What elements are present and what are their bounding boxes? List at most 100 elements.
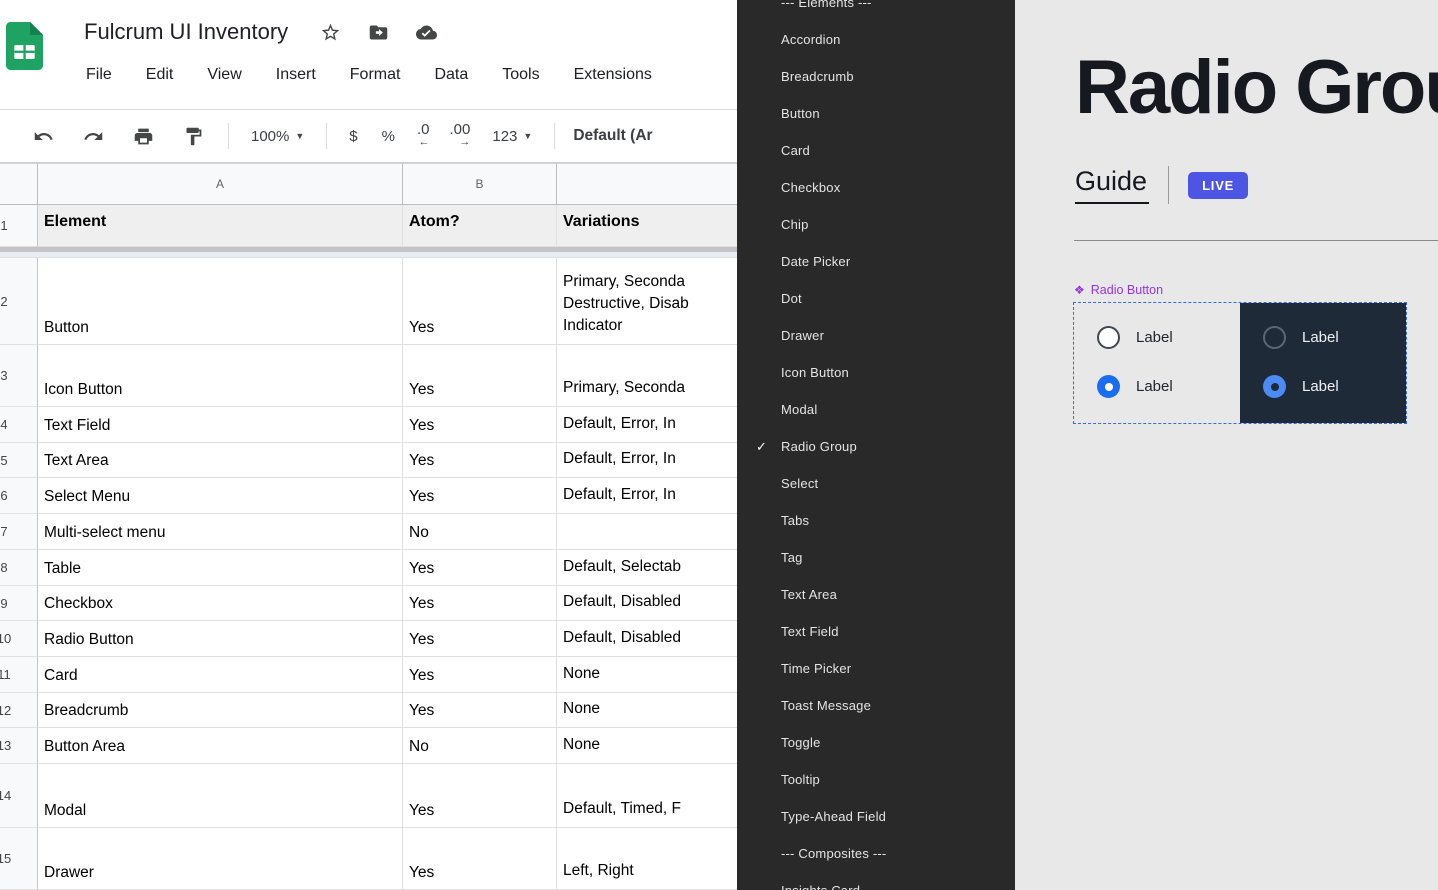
row-number[interactable]: 6: [0, 478, 38, 514]
undo-icon[interactable]: [18, 116, 68, 156]
cell-variations[interactable]: Primary, Seconda Destructive, Disab Indi…: [557, 258, 740, 345]
cell-element[interactable]: Text Field: [38, 407, 403, 443]
radio-selected-icon[interactable]: [1097, 375, 1120, 398]
radio-option-selected[interactable]: Label: [1097, 375, 1240, 398]
row-number[interactable]: 1: [0, 205, 38, 247]
layers-panel-item[interactable]: Tag: [737, 539, 1015, 576]
row-number[interactable]: 4: [0, 407, 38, 443]
cell-variations[interactable]: None: [557, 693, 740, 728]
layers-panel-item[interactable]: Toggle: [737, 724, 1015, 761]
select-all-corner[interactable]: [0, 163, 38, 205]
radio-option-unselected[interactable]: Label: [1097, 326, 1240, 349]
row-number[interactable]: 14: [0, 764, 38, 828]
menu-item[interactable]: Insert: [259, 58, 333, 92]
format-currency-button[interactable]: $: [337, 128, 369, 145]
cell-element[interactable]: Radio Button: [38, 621, 403, 657]
row-number[interactable]: 15: [0, 828, 38, 890]
cell-atom[interactable]: Yes: [403, 345, 557, 407]
cell-variations[interactable]: Default, Error, In: [557, 407, 740, 443]
layers-panel-item[interactable]: --- Composites ---: [737, 835, 1015, 872]
layers-panel-item[interactable]: Select: [737, 465, 1015, 502]
layers-panel-item[interactable]: Chip: [737, 206, 1015, 243]
menu-item[interactable]: Extensions: [557, 58, 669, 92]
cell-atom[interactable]: Yes: [403, 550, 557, 586]
column-header-a[interactable]: A: [38, 163, 403, 205]
layers-panel-item[interactable]: ✓ Radio Group: [737, 428, 1015, 465]
cell-atom[interactable]: Yes: [403, 443, 557, 478]
layers-panel-item[interactable]: Card: [737, 132, 1015, 169]
cell-variations[interactable]: Default, Disabled: [557, 621, 740, 657]
radio-selected-icon[interactable]: [1263, 375, 1286, 398]
row-number[interactable]: 7: [0, 514, 38, 550]
cell-element[interactable]: Card: [38, 657, 403, 693]
cell-variations[interactable]: Primary, Seconda: [557, 345, 740, 407]
cell-element[interactable]: Button: [38, 258, 403, 345]
menu-item[interactable]: Data: [417, 58, 485, 92]
row-number[interactable]: 8: [0, 550, 38, 586]
layers-panel-item[interactable]: Time Picker: [737, 650, 1015, 687]
cell-atom[interactable]: Yes: [403, 657, 557, 693]
font-select[interactable]: Default (Ar: [565, 127, 660, 145]
doc-title[interactable]: Fulcrum UI Inventory: [84, 19, 288, 45]
cell-element[interactable]: Checkbox: [38, 586, 403, 621]
header-cell-variations[interactable]: Variations: [557, 205, 740, 247]
layers-panel-item[interactable]: Drawer: [737, 317, 1015, 354]
cell-variations[interactable]: Default, Timed, F: [557, 764, 740, 828]
cell-variations[interactable]: [557, 514, 740, 550]
number-format-select[interactable]: 123▼: [480, 128, 544, 145]
cell-element[interactable]: Icon Button: [38, 345, 403, 407]
cell-atom[interactable]: Yes: [403, 586, 557, 621]
cell-element[interactable]: Button Area: [38, 728, 403, 764]
cell-atom[interactable]: No: [403, 728, 557, 764]
paint-format-icon[interactable]: [168, 116, 218, 156]
cell-element[interactable]: Breadcrumb: [38, 693, 403, 728]
layers-panel-item[interactable]: Toast Message: [737, 687, 1015, 724]
row-number[interactable]: 12: [0, 693, 38, 728]
tab-guide[interactable]: Guide: [1075, 166, 1149, 204]
cell-element[interactable]: Modal: [38, 764, 403, 828]
row-number[interactable]: 11: [0, 657, 38, 693]
component-label[interactable]: ❖ Radio Button: [1074, 283, 1163, 297]
layers-panel-item[interactable]: Insights Card: [737, 872, 1015, 890]
format-percent-button[interactable]: %: [370, 128, 407, 145]
header-cell-element[interactable]: Element: [38, 205, 403, 247]
redo-icon[interactable]: [68, 116, 118, 156]
layers-panel-item[interactable]: Button: [737, 95, 1015, 132]
zoom-select[interactable]: 100%▼: [239, 128, 316, 145]
radio-unselected-icon[interactable]: [1097, 326, 1120, 349]
row-number[interactable]: 3: [0, 345, 38, 407]
layers-panel-item[interactable]: Breadcrumb: [737, 58, 1015, 95]
layers-panel-item[interactable]: Tabs: [737, 502, 1015, 539]
print-icon[interactable]: [118, 116, 168, 156]
header-cell-atom[interactable]: Atom?: [403, 205, 557, 247]
cell-variations[interactable]: Left, Right: [557, 828, 740, 890]
layers-panel-item[interactable]: Dot: [737, 280, 1015, 317]
layers-panel-item[interactable]: --- Elements ---: [737, 0, 1015, 21]
row-number[interactable]: 9: [0, 586, 38, 621]
cell-element[interactable]: Select Menu: [38, 478, 403, 514]
cell-element[interactable]: Multi-select menu: [38, 514, 403, 550]
cell-atom[interactable]: Yes: [403, 621, 557, 657]
cell-variations[interactable]: None: [557, 657, 740, 693]
column-header-c[interactable]: [557, 163, 740, 205]
row-number[interactable]: 2: [0, 258, 38, 345]
menu-item[interactable]: File: [69, 58, 129, 92]
radio-unselected-icon[interactable]: [1263, 326, 1286, 349]
cell-atom[interactable]: No: [403, 514, 557, 550]
radio-option-selected[interactable]: Label: [1263, 375, 1406, 398]
move-to-folder-icon[interactable]: [368, 22, 389, 43]
layers-panel-item[interactable]: Date Picker: [737, 243, 1015, 280]
cell-element[interactable]: Table: [38, 550, 403, 586]
column-header-b[interactable]: B: [403, 163, 557, 205]
menu-item[interactable]: Edit: [129, 58, 191, 92]
cell-element[interactable]: Text Area: [38, 443, 403, 478]
radio-option-unselected[interactable]: Label: [1263, 326, 1406, 349]
cell-variations[interactable]: Default, Selectab: [557, 550, 740, 586]
cell-variations[interactable]: Default, Error, In: [557, 443, 740, 478]
cell-element[interactable]: Drawer: [38, 828, 403, 890]
layers-panel-item[interactable]: Text Field: [737, 613, 1015, 650]
sheets-logo-icon[interactable]: [6, 21, 43, 71]
cell-variations[interactable]: Default, Error, In: [557, 478, 740, 514]
cloud-saved-icon[interactable]: [416, 22, 437, 43]
row-number[interactable]: 10: [0, 621, 38, 657]
